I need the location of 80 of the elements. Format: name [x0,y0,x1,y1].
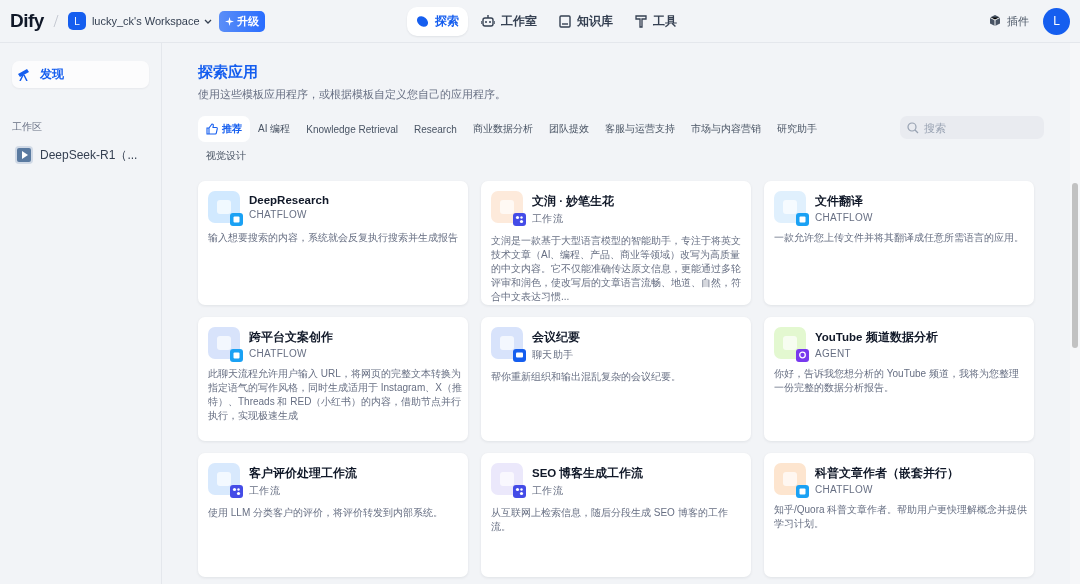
app-name: SEO 博客生成工作流 [532,466,644,481]
app-card[interactable]: 跨平台文案创作 CHATFLOW 此聊天流程允许用户输入 URL，将网页的完整文本转换为指定语气的写作风格，同时生成适用于 Instagram、X（推特）、Threads 和 RED（小红书）的内容，借助节点并行执行，实现极速生成 [198,317,468,441]
app-name: 科普文章作者（嵌套并行） [815,466,959,481]
app-card[interactable]: 客户评价处理工作流 工作流 使用 LLM 分类客户的评价，将评价转发到内部系统。 [198,453,468,577]
category-tab[interactable]: Research [405,116,465,142]
chat-badge-icon [230,213,243,226]
app-name: DeepResearch [249,194,329,206]
app-description: 使用 LLM 分类客户的评价，将评价转发到内部系统。 [208,506,444,520]
robot-icon [481,14,495,28]
agent-badge-icon [796,349,809,362]
book-icon [559,14,571,28]
category-tab[interactable]: Knowledge Retrieval [298,116,406,142]
app-name: 文润 · 妙笔生花 [532,194,615,209]
app-card[interactable]: DeepResearch CHATFLOW 输入想要搜索的内容，系统就会反复执行搜索并生成报告 [198,181,468,305]
telescope-icon [17,68,31,81]
app-type: CHATFLOW [815,212,873,223]
category-tab[interactable]: 推荐 [198,116,250,142]
app-type: CHATFLOW [249,209,308,220]
app-description: 从互联网上检索信息，随后分段生成 SEO 博客的工作流。 [491,506,729,534]
app-card[interactable]: 文件翻译 CHATFLOW 一款允许您上传文件并将其翻译成任意所需语言的应用。 [764,181,1034,305]
app-description: 知乎/Quora 科普文章作者。帮助用户更快理解概念并提供学习计划。 [774,503,1028,531]
app-description: 一款允许您上传文件并将其翻译成任意所需语言的应用。 [774,231,1025,245]
app-name: 客户评价处理工作流 [249,466,357,481]
nav-tab[interactable]: 工作室 [472,6,546,36]
workflow-badge-icon [230,485,243,498]
sparkle-icon [224,16,234,26]
app-name: 文件翻译 [815,194,864,209]
nav-tab[interactable]: 知识库 [550,6,622,36]
app-card[interactable]: 科普文章作者（嵌套并行） CHATFLOW 知乎/Quora 科普文章作者。帮助用户更快理解概念并提供学习计划。 [764,453,1034,577]
app-description: 文润是一款基于大型语言模型的智能助手，专注于将英文技术文章（AI、编程、产品、商业等领域）改写为高质量的中文内容。它不仅能准确传达原文信息，更能通过多轮评审和润色，使改写后的文章语言流畅、地道、自然，符合中文表达习惯... [491,234,742,304]
app-card[interactable]: 文润 · 妙笔生花 工作流 文润是一款基于大型语言模型的智能助手，专注于将英文技术文章（AI、编程、产品、商业等领域）改写为高质量的中文内容。它不仅能准确传达原文信息，更能通过多轮评审和润色，使改写后的文章语言流畅、地道、自然，符合中文表达习惯... [481,181,751,305]
sidebar-app-item[interactable]: DeepSeek-R1（... [12,142,149,168]
category-tab[interactable]: 客服与运营支持 [596,116,683,142]
chat-badge-icon [796,213,809,226]
app-description: 你好，告诉我您想分析的 YouTube 频道，我将为您整理一份完整的数据分析报告。 [774,367,1020,395]
nav-tab[interactable]: 探索 [407,6,468,36]
workflow-badge-icon [513,485,526,498]
plugins-button[interactable]: 插件 [989,13,1029,29]
app-card[interactable]: SEO 博客生成工作流 工作流 从互联网上检索信息，随后分段生成 SEO 博客的工作流。 [481,453,751,577]
scrollbar[interactable] [1070,43,1080,584]
app-name: 会议纪要 [532,330,580,345]
app-description: 输入想要搜索的内容，系统就会反复执行搜索并生成报告 [208,231,459,245]
app-type: CHATFLOW [249,348,308,359]
app-type: AGENT [815,348,852,359]
workspace-avatar: L [67,12,86,30]
category-tab[interactable]: AI 编程 [250,116,299,142]
category-tab[interactable]: 商业数据分析 [464,116,541,142]
app-type: 工作流 [249,484,281,498]
app-name: 跨平台文案创作 [249,330,333,345]
play-icon [15,146,33,164]
category-tab[interactable]: 视觉设计 [198,143,254,169]
chat-badge-icon [513,349,526,362]
app-type: 聊天助手 [532,348,575,362]
app-description: 帮你重新组织和输出混乱复杂的会议纪要。 [491,370,682,384]
upgrade-button[interactable]: 升级 [218,10,265,32]
page-subtitle: 使用这些模板应用程序，或根据模板自定义您自己的应用程序。 [198,87,507,102]
chat-badge-icon [230,349,243,362]
app-type: CHATFLOW [815,484,874,495]
app-card[interactable]: 会议纪要 聊天助手 帮你重新组织和输出混乱复杂的会议纪要。 [481,317,751,441]
app-description: 此聊天流程允许用户输入 URL，将网页的完整文本转换为指定语气的写作风格，同时生成适用于 Instagram、X（推特）、Threads 和 RED（小红书）的内容，借助节点并行执行，实现极速生成 [208,367,462,423]
category-tab[interactable]: 市场与内容营销 [682,116,769,142]
section-label: 工作区 [12,120,43,134]
app-name: YouTube 频道数据分析 [815,330,938,345]
divider-line [52,15,59,27]
workspace-switcher[interactable]: lucky_ck's Workspace [91,15,213,27]
page-title: 探索应用 [198,63,259,82]
thumbs-up-icon [206,123,218,135]
nav-tab[interactable]: 工具 [626,6,686,36]
user-avatar[interactable]: L [1043,7,1070,35]
app-type: 工作流 [532,484,564,498]
sidebar-item[interactable]: 发现 [12,61,149,88]
app-card[interactable]: YouTube 频道数据分析 AGENT 你好，告诉我您想分析的 YouTube 频道，我将为您整理一份完整的数据分析报告。 [764,317,1034,441]
category-tab[interactable]: 研究助手 [768,116,825,142]
chat-badge-icon [796,485,809,498]
app-type: 工作流 [532,212,564,226]
workflow-badge-icon [513,213,526,226]
category-tab[interactable]: 团队提效 [540,116,597,142]
dify-logo[interactable]: Dify [10,10,44,32]
search-field[interactable]: 搜索 [900,116,1044,139]
cube-icon [989,15,1001,27]
